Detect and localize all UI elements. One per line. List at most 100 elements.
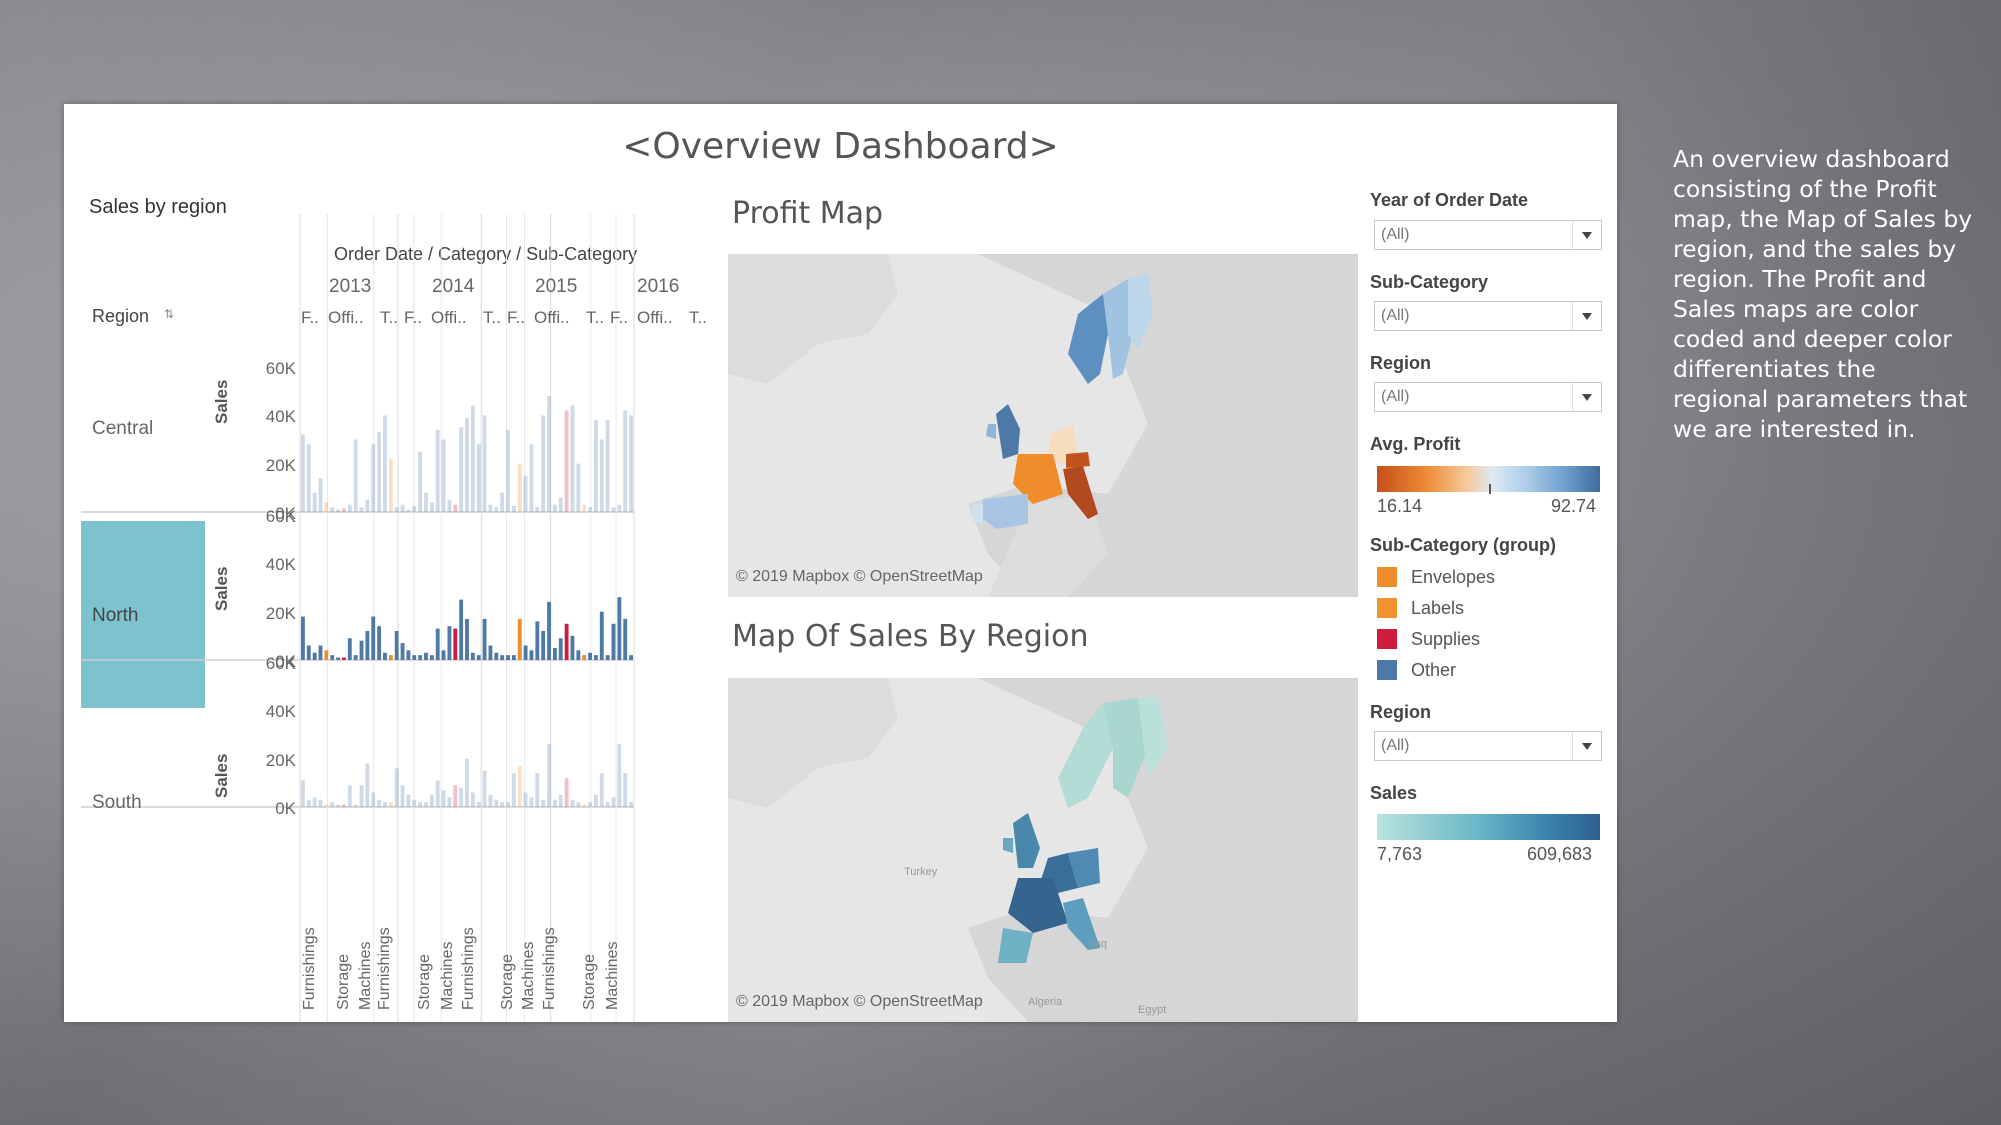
bar	[429, 502, 434, 512]
avg-profit-min: 16.14	[1377, 496, 1423, 516]
bar	[447, 626, 452, 660]
bar	[453, 628, 458, 660]
bar	[588, 652, 592, 660]
place-label-iraq: Iraq	[1088, 938, 1107, 950]
bar	[576, 802, 581, 807]
subcategory-filter-dropdown[interactable]: (All)	[1374, 301, 1602, 331]
sales-bar-chart	[81, 214, 635, 1022]
bar	[459, 427, 464, 512]
bar	[617, 744, 622, 807]
bar	[441, 439, 446, 512]
bar	[470, 652, 475, 660]
bar	[582, 504, 587, 512]
bar	[547, 602, 551, 660]
subcategory-axis-label: Furnishings	[376, 927, 393, 1010]
sales-axis-title: Sales	[212, 566, 231, 611]
profit-map[interactable]: © 2019 Mapbox © OpenStreetMap	[728, 254, 1358, 597]
bar	[418, 655, 423, 660]
bar	[336, 657, 341, 660]
bar	[412, 655, 417, 660]
y-tick-label: 60K	[265, 359, 296, 378]
bar	[529, 444, 534, 512]
legend-label: Other	[1411, 660, 1457, 680]
region-label-central[interactable]: Central	[92, 418, 153, 440]
bar	[500, 655, 505, 660]
bar	[605, 420, 610, 512]
ireland-shape	[986, 424, 996, 439]
chevron-down-icon[interactable]	[1572, 221, 1601, 249]
bar	[371, 792, 376, 807]
bar	[342, 804, 346, 807]
bar	[312, 652, 317, 660]
y-tick-label: 60K	[265, 654, 296, 673]
subheader: T..	[380, 308, 398, 327]
bar	[470, 405, 475, 512]
bar	[494, 507, 499, 512]
bar	[388, 655, 393, 660]
bar	[383, 652, 387, 660]
year-label-2013: 2013	[329, 276, 372, 297]
region-label-south[interactable]: South	[92, 792, 142, 814]
bar	[564, 410, 569, 512]
bar	[599, 773, 604, 807]
slide-notes-text: An overview dashboard consisting of the …	[1673, 145, 1973, 443]
region-filter-label: Region	[1370, 353, 1431, 373]
bar	[576, 650, 581, 660]
subheader: T..	[689, 308, 707, 327]
bar	[511, 505, 516, 512]
bar	[494, 652, 499, 660]
bar	[453, 504, 458, 512]
bar	[418, 451, 423, 512]
dashboard-panel: <Overview Dashboard> Sales by region Ord…	[64, 104, 1617, 1022]
bar	[482, 770, 487, 807]
bar	[535, 621, 540, 660]
bar	[301, 616, 305, 660]
bar	[347, 785, 352, 807]
legend-label: Labels	[1411, 598, 1465, 618]
sales-map[interactable]: Turkey Iraq Algeria Egypt © 2019 Mapbox …	[728, 678, 1358, 1022]
bar	[336, 804, 341, 807]
legend-swatch	[1377, 598, 1397, 618]
bar	[324, 502, 329, 512]
bar	[318, 799, 323, 807]
uk-shape	[1013, 813, 1040, 868]
region-filter-value-2: (All)	[1381, 737, 1410, 754]
bar	[365, 763, 370, 807]
bar	[558, 497, 563, 512]
y-tick-label: 20K	[265, 603, 296, 623]
year-filter-dropdown[interactable]: (All)	[1374, 220, 1602, 250]
bar	[588, 802, 592, 807]
legend-swatch	[1377, 567, 1397, 587]
region-filter-dropdown-2[interactable]: (All)	[1374, 731, 1602, 761]
chevron-down-icon[interactable]	[1572, 383, 1601, 411]
bar	[371, 616, 376, 660]
bar	[377, 432, 382, 512]
bar	[424, 652, 428, 660]
sales-legend-max: 609,683	[1527, 844, 1593, 864]
bar	[359, 785, 364, 807]
place-label-egypt: Egypt	[1138, 1004, 1167, 1016]
region-filter-dropdown[interactable]: (All)	[1374, 382, 1602, 412]
subcategory-axis-label: Storage	[581, 953, 598, 1010]
chevron-down-icon[interactable]	[1572, 302, 1601, 330]
bar	[394, 768, 399, 807]
bar	[353, 439, 358, 512]
chevron-down-icon[interactable]	[1572, 732, 1601, 760]
region-label-north[interactable]: North	[92, 605, 138, 627]
austria-shape	[1066, 452, 1090, 468]
bar	[558, 638, 563, 660]
bar	[318, 478, 323, 512]
bar	[459, 599, 464, 660]
bar	[582, 804, 587, 807]
bar	[541, 415, 546, 512]
bar	[564, 778, 569, 807]
y-tick-label: 40K	[265, 407, 296, 427]
bar	[541, 631, 546, 660]
sales-legend-min: 7,763	[1377, 844, 1423, 864]
bar	[406, 794, 411, 807]
bar	[611, 797, 616, 807]
y-tick-label: 20K	[265, 750, 296, 770]
subheader: Offi..	[534, 308, 570, 327]
bar	[406, 509, 411, 512]
subcategory-axis-label: Storage	[416, 953, 433, 1010]
